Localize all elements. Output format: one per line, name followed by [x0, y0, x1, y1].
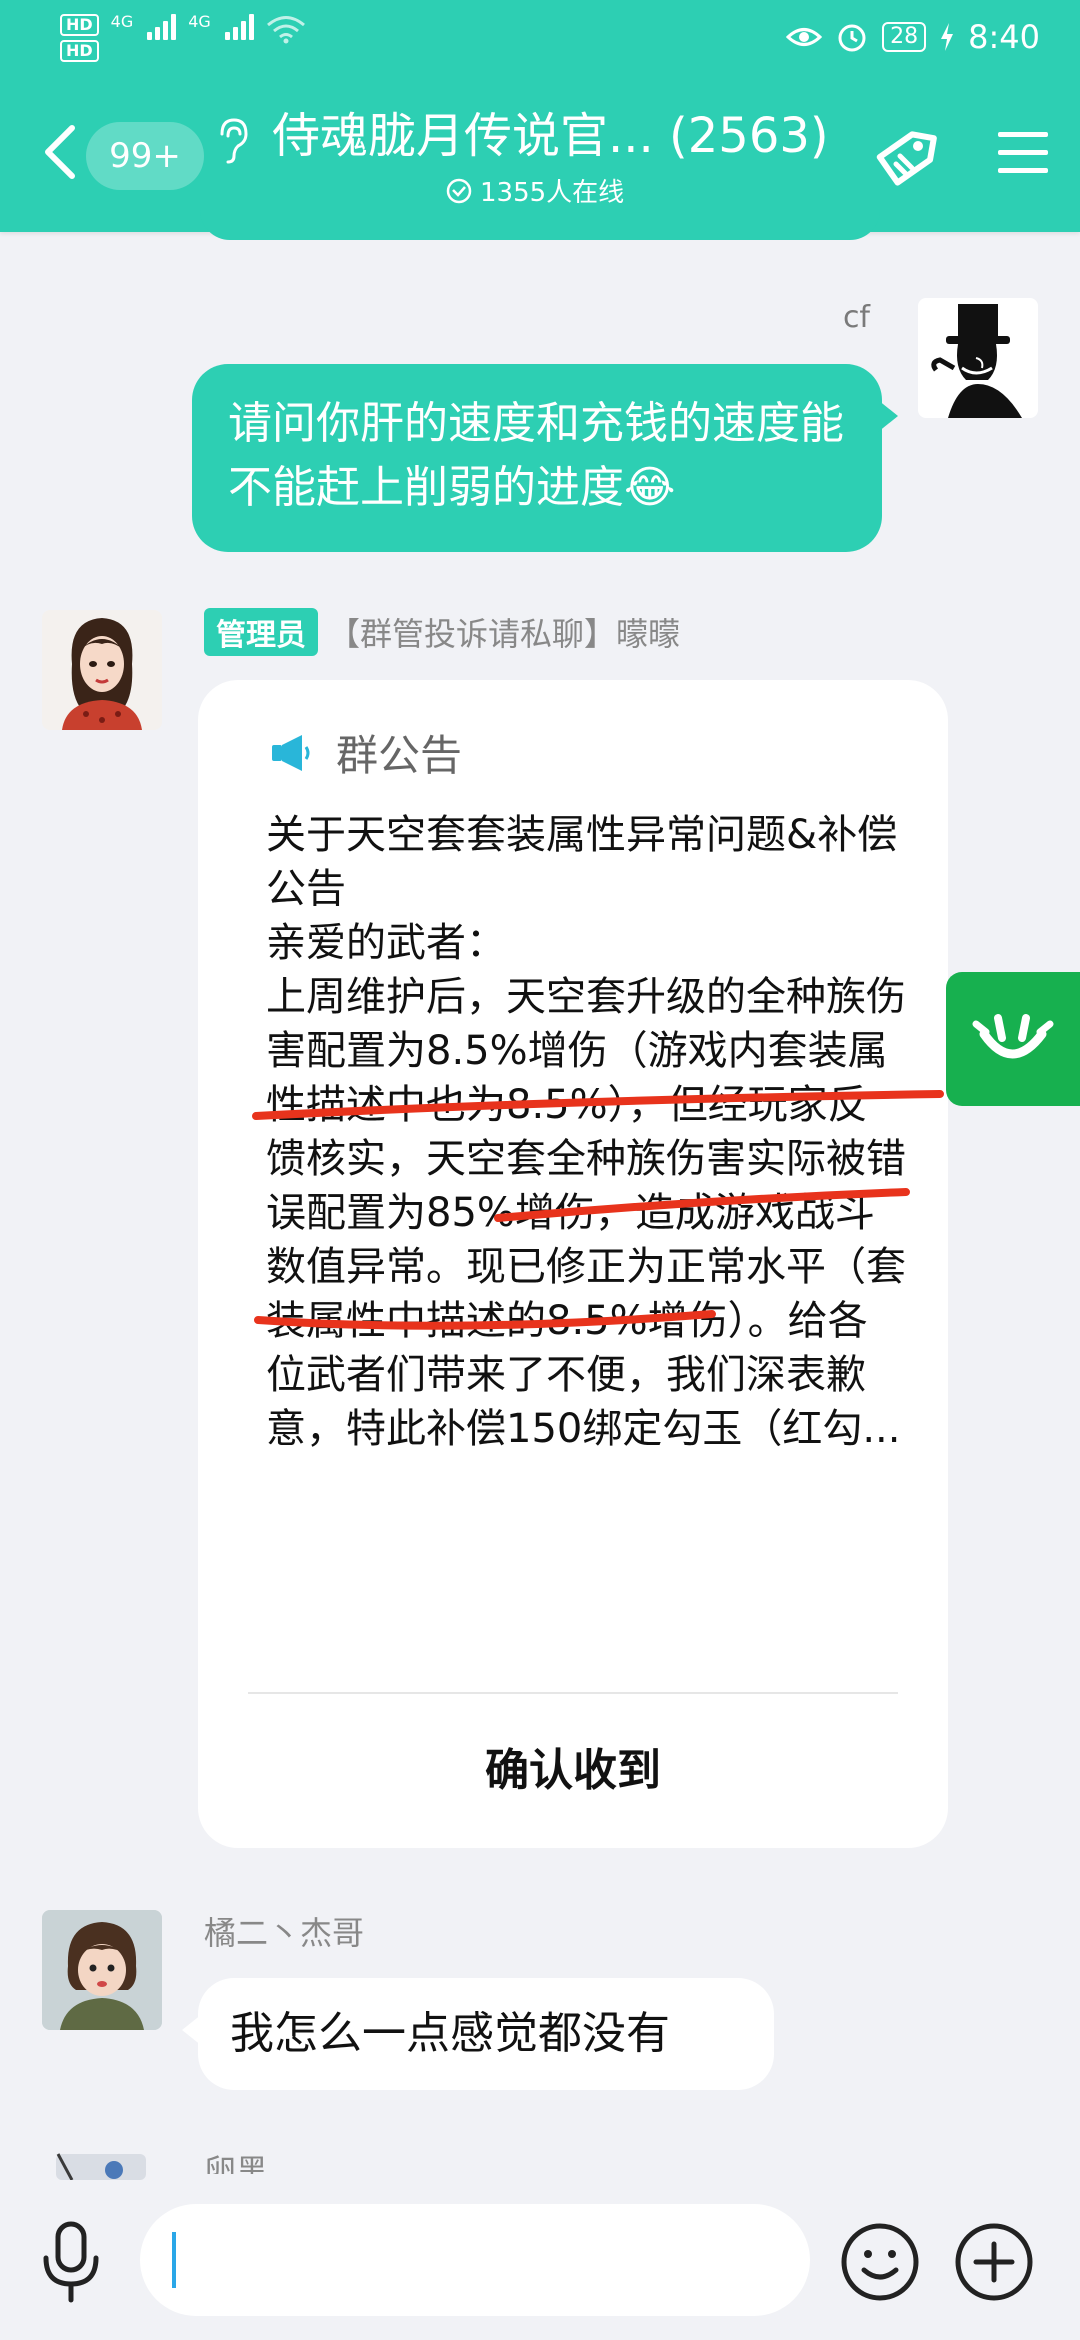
sender-line: 管理员 【群管投诉请私聊】曚曚 [204, 608, 680, 656]
network-type-2: 4G [188, 12, 211, 31]
message-bubble-incoming[interactable]: 我怎么一点感觉都没有 [182, 1978, 774, 2090]
alarm-icon [838, 24, 866, 52]
message-input[interactable] [140, 2204, 810, 2316]
plus-icon[interactable] [954, 2222, 1034, 2302]
message-bubble-outgoing[interactable]: 请问你肝的速度和充钱的速度能不能赶上削弱的进度😂 [192, 364, 898, 552]
back-icon[interactable] [40, 122, 80, 182]
battery-level: 28 [882, 22, 927, 52]
group-announcement-card[interactable]: 群公告 关于天空套套装属性异常问题&补偿公告 亲爱的武者： 上周维护后，天空套升… [198, 680, 948, 1848]
charging-icon [941, 23, 954, 51]
avatar[interactable] [42, 1910, 162, 2030]
signal-icon-2 [224, 14, 254, 40]
text-cursor [172, 2232, 176, 2288]
partial-avatar [56, 2153, 146, 2180]
input-bar [0, 2180, 1080, 2340]
sender-name[interactable]: 【群管投诉请私聊】曚曚 [328, 609, 680, 655]
online-count: 1355人在线 [480, 178, 625, 208]
chat-header: HD HD 4G 4G 28 8:40 99+ 侍魂胧月传说官... (2563… [0, 0, 1080, 232]
announcement-body: 关于天空套套装属性异常问题&补偿公告 亲爱的武者： 上周维护后，天空套升级的全种… [266, 812, 906, 1452]
microphone-icon[interactable] [36, 2220, 106, 2304]
eye-icon [786, 28, 823, 46]
hd-indicator-1: HD [60, 14, 99, 36]
megaphone-icon [272, 734, 310, 771]
emoji-icon[interactable] [840, 2222, 920, 2302]
menu-icon[interactable] [996, 128, 1050, 178]
ear-icon [220, 118, 248, 164]
status-bar: HD HD 4G 4G 28 8:40 [0, 0, 1080, 80]
floating-widget[interactable] [946, 972, 1080, 1106]
previous-message-bubble [200, 210, 880, 240]
online-status: 1355人在线 [446, 172, 624, 209]
smile-waving-icon [972, 1014, 1054, 1059]
group-title[interactable]: 侍魂胧月传说官... (2563) [272, 104, 852, 168]
confirm-received-button[interactable]: 确认收到 [198, 1694, 948, 1848]
message-text: 请问你肝的速度和充钱的速度能不能赶上削弱的进度😂 [228, 398, 844, 513]
avatar[interactable] [42, 2150, 162, 2180]
clock: 8:40 [968, 18, 1040, 56]
sender-name[interactable]: 卵黑 [204, 2146, 268, 2174]
hd-indicator-2: HD [60, 40, 99, 62]
child-avatar [42, 1910, 162, 2030]
network-type-1: 4G [110, 12, 134, 31]
wifi-icon [266, 16, 305, 44]
admin-badge: 管理员 [204, 608, 318, 656]
sender-name: cf [842, 300, 870, 335]
avatar[interactable] [42, 610, 162, 730]
top-hat-gentleman-avatar [931, 304, 1022, 418]
avatar[interactable] [918, 298, 1038, 418]
tag-icon[interactable] [868, 118, 948, 198]
unread-badge[interactable]: 99+ [86, 122, 204, 190]
announcement-title: 群公告 [336, 731, 463, 780]
sender-name[interactable]: 橘二丶杰哥 [204, 1908, 364, 1954]
announcement-header: 群公告 [268, 722, 462, 783]
signal-icon-1 [147, 14, 177, 40]
online-icon [446, 178, 472, 203]
message-text: 我怎么一点感觉都没有 [230, 2008, 670, 2059]
girl-avatar [62, 618, 142, 730]
